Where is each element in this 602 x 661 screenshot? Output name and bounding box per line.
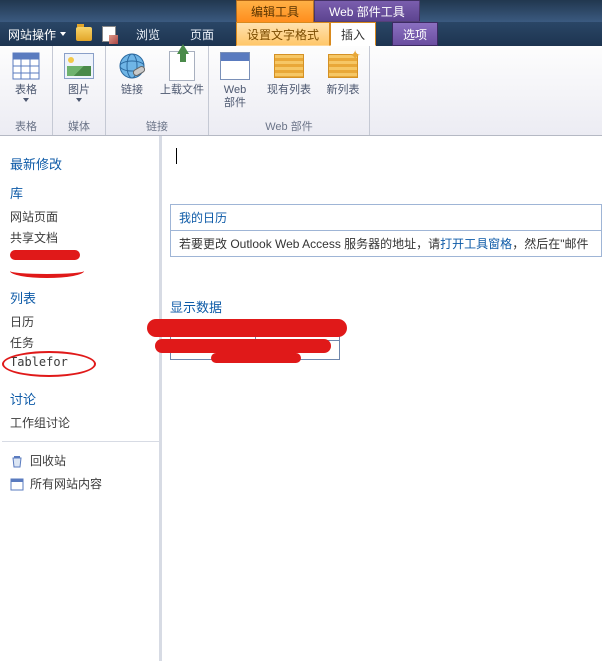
sidebar-link-shared-docs[interactable]: 共享文档: [10, 229, 151, 246]
sidebar-link-tablefor[interactable]: Tablefor: [10, 355, 151, 369]
caret-down-icon: [60, 32, 66, 36]
tab-label: 插入: [341, 26, 365, 43]
ribbon-button-new-list[interactable]: 新列表: [321, 50, 365, 97]
ribbon-group-media: 图片 媒体: [53, 46, 106, 135]
webpart-body: 若要更改 Outlook Web Access 服务器的地址，请打开工具窗格，然…: [170, 230, 602, 257]
ribbon-button-label: 链接: [121, 84, 143, 97]
contextual-tab-webpart-tools[interactable]: Web 部件工具: [314, 0, 420, 22]
table-icon: [12, 52, 40, 80]
sidebar-heading-discussions[interactable]: 讨论: [10, 389, 151, 408]
existing-list-icon: [274, 54, 304, 78]
data-table: [170, 322, 340, 360]
ribbon-group-links: 链接 上载文件 链接: [106, 46, 209, 135]
tab-label: 选项: [403, 26, 427, 43]
ribbon-button-label: Web部件: [224, 84, 246, 110]
sidebar-divider: [2, 441, 159, 442]
link-icon: [117, 52, 147, 80]
open-tool-pane-link[interactable]: 打开工具窗格: [440, 237, 512, 251]
text-cursor: [176, 148, 602, 164]
ribbon-button-existing-list[interactable]: 现有列表: [263, 50, 315, 97]
content-area: 最新修改 库 网站页面 共享文档 列表 日历 任务 Tablefor 讨论 工作…: [0, 136, 602, 661]
sidebar-link-calendar[interactable]: 日历: [10, 313, 151, 330]
ribbon: 表格 表格 图片 媒体 链接 上载文件 链接: [0, 46, 602, 136]
sidebar-link-label: 所有网站内容: [30, 475, 102, 492]
webpart-my-calendar[interactable]: 我的日历 若要更改 Outlook Web Access 服务器的地址，请打开工…: [170, 204, 602, 257]
hint-text: 若要更改 Outlook Web Access 服务器的地址，请: [179, 237, 440, 251]
redacted-mark: [10, 250, 80, 260]
upload-icon: [169, 51, 195, 81]
new-list-icon: [328, 54, 358, 78]
sidebar-link-tasks[interactable]: 任务: [10, 334, 151, 351]
edit-page-icon[interactable]: [102, 26, 116, 42]
menu-row: 网站操作 浏览 页面 设置文字格式 插入 选项: [0, 22, 602, 46]
webpart-icon: [220, 52, 250, 80]
ribbon-group-title: 表格: [4, 119, 48, 135]
ribbon-group-tables: 表格 表格: [0, 46, 53, 135]
webpart-display-data[interactable]: 显示数据: [170, 297, 602, 360]
sidebar-link-label: 回收站: [30, 452, 66, 469]
contextual-tab-label: Web 部件工具: [329, 3, 405, 20]
webpart-title: 显示数据: [170, 297, 602, 316]
all-content-icon: [10, 477, 24, 491]
contextual-tab-label: 编辑工具: [251, 3, 299, 20]
quick-launch-sidebar: 最新修改 库 网站页面 共享文档 列表 日历 任务 Tablefor 讨论 工作…: [0, 136, 160, 661]
site-actions-label: 网站操作: [8, 26, 56, 43]
ribbon-button-image[interactable]: 图片: [57, 50, 101, 102]
ribbon-group-title: 媒体: [57, 119, 101, 135]
table-header-row: [171, 323, 339, 341]
ribbon-button-label: 现有列表: [267, 84, 311, 97]
sidebar-link-all-content[interactable]: 所有网站内容: [10, 475, 151, 492]
table-row: [171, 341, 339, 359]
sidebar-link-site-pages[interactable]: 网站页面: [10, 208, 151, 225]
ribbon-button-label: 新列表: [327, 84, 360, 97]
main-edit-area[interactable]: 我的日历 若要更改 Outlook Web Access 服务器的地址，请打开工…: [159, 136, 602, 661]
contextual-tab-edit-tools[interactable]: 编辑工具: [236, 0, 314, 22]
image-icon: [64, 53, 94, 79]
navigate-up-icon[interactable]: [76, 27, 92, 41]
sidebar-link-recycle-bin[interactable]: 回收站: [10, 452, 151, 469]
webpart-title: 我的日历: [170, 204, 602, 230]
ribbon-button-table[interactable]: 表格: [4, 50, 48, 102]
recycle-bin-icon: [10, 454, 24, 468]
ribbon-group-webparts: Web部件 现有列表 新列表 Web 部件: [209, 46, 370, 135]
hint-text: ，然后在"邮件: [512, 237, 588, 251]
tab-browse[interactable]: 浏览: [126, 26, 170, 43]
ribbon-group-title: Web 部件: [213, 119, 365, 135]
ribbon-button-label: 表格: [15, 84, 37, 102]
tab-insert[interactable]: 插入: [330, 22, 376, 46]
ribbon-button-label: 上载文件: [160, 84, 204, 97]
ribbon-button-webpart[interactable]: Web部件: [213, 50, 257, 110]
tab-label: 浏览: [136, 26, 160, 43]
tab-label: 设置文字格式: [247, 26, 319, 43]
redacted-mark: [10, 264, 84, 278]
sidebar-heading-lists[interactable]: 列表: [10, 288, 151, 307]
site-actions-menu[interactable]: 网站操作: [8, 26, 66, 43]
ribbon-button-label: 图片: [68, 84, 90, 102]
sidebar-link-team-discussion[interactable]: 工作组讨论: [10, 414, 151, 431]
tab-format-text[interactable]: 设置文字格式: [236, 22, 330, 46]
tab-label: 页面: [190, 26, 214, 43]
ribbon-group-title: 链接: [110, 119, 204, 135]
tab-page[interactable]: 页面: [180, 26, 224, 43]
sidebar-heading-libraries[interactable]: 库: [10, 183, 151, 202]
sidebar-heading-recent[interactable]: 最新修改: [10, 154, 151, 173]
contextual-tab-row: 编辑工具 Web 部件工具: [0, 0, 602, 22]
ribbon-button-upload[interactable]: 上载文件: [160, 50, 204, 97]
tab-options[interactable]: 选项: [392, 22, 438, 46]
ribbon-button-link[interactable]: 链接: [110, 50, 154, 97]
